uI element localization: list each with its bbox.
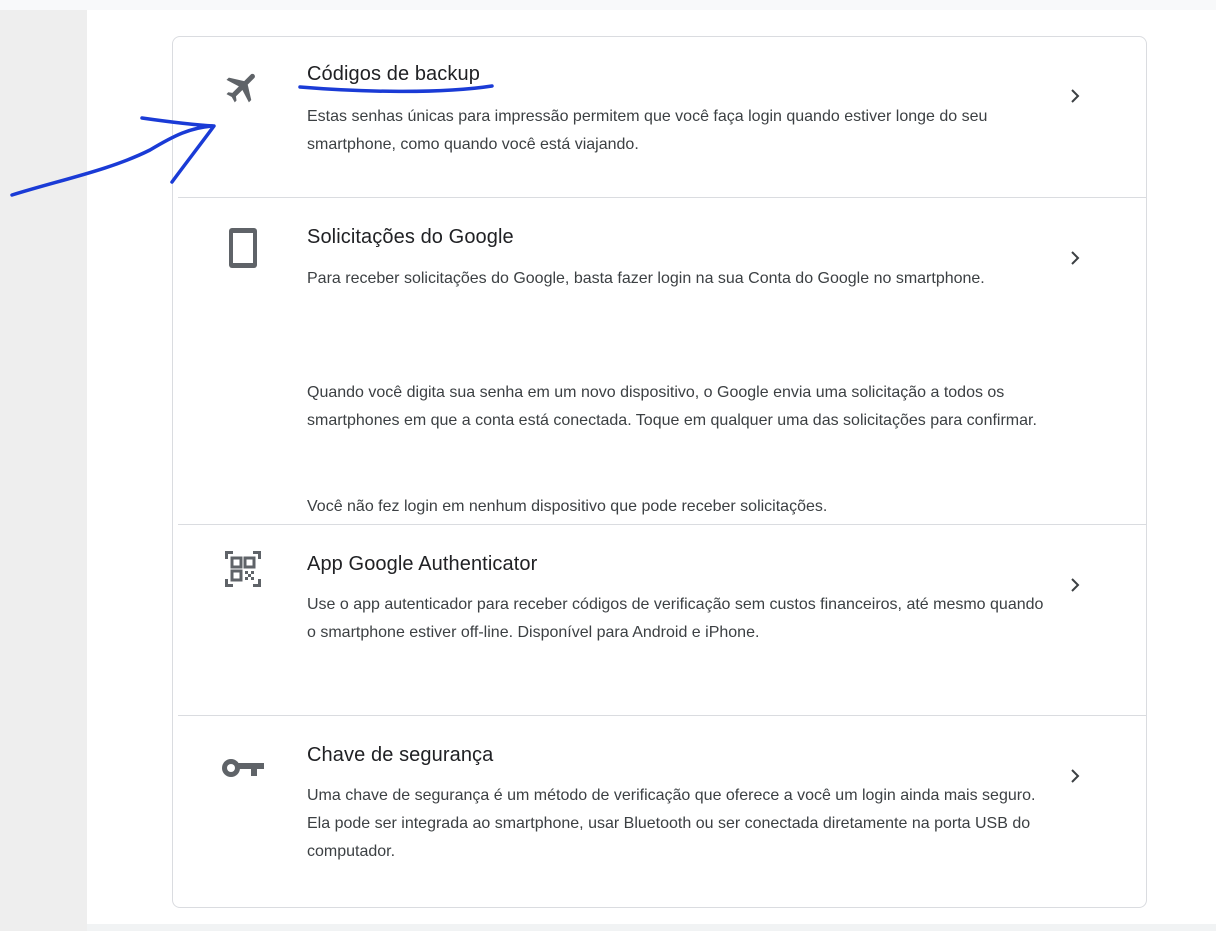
chevron-right-icon <box>1063 764 1087 788</box>
option-authenticator-app[interactable]: App Google Authenticator Use o app auten… <box>173 525 1146 716</box>
option-description: Você não fez login em nenhum dispositivo… <box>307 498 828 515</box>
chevron-right-icon <box>1063 246 1087 270</box>
option-security-key[interactable]: Chave de segurança Uma chave de seguranç… <box>173 716 1146 907</box>
option-description: Quando você digita sua senha em um novo … <box>307 384 1037 429</box>
airplane-icon <box>221 65 265 109</box>
key-icon <box>221 746 265 790</box>
option-google-prompts[interactable]: Solicitações do Google Para receber soli… <box>173 198 1146 525</box>
option-description: Use o app autenticador para receber códi… <box>307 596 1044 641</box>
bottom-rule <box>87 924 1216 931</box>
option-description: Estas senhas únicas para impressão permi… <box>307 108 988 153</box>
option-title: Chave de segurança <box>307 744 494 766</box>
chevron-right-icon <box>1063 84 1087 108</box>
page: Códigos de backup Estas senhas únicas pa… <box>0 0 1216 931</box>
option-description: Para receber solicitações do Google, bas… <box>307 270 985 287</box>
chevron-right-icon <box>1063 573 1087 597</box>
smartphone-icon <box>221 226 265 270</box>
left-side-panel <box>0 10 87 931</box>
second-step-options-card: Códigos de backup Estas senhas únicas pa… <box>172 36 1147 908</box>
top-rule <box>0 0 1216 10</box>
option-title: App Google Authenticator <box>307 553 538 575</box>
option-title: Códigos de backup <box>307 63 480 85</box>
option-title: Solicitações do Google <box>307 226 514 248</box>
option-backup-codes[interactable]: Códigos de backup Estas senhas únicas pa… <box>173 37 1146 198</box>
qr-code-icon <box>221 547 265 591</box>
option-description: Uma chave de segurança é um método de ve… <box>307 787 1036 860</box>
